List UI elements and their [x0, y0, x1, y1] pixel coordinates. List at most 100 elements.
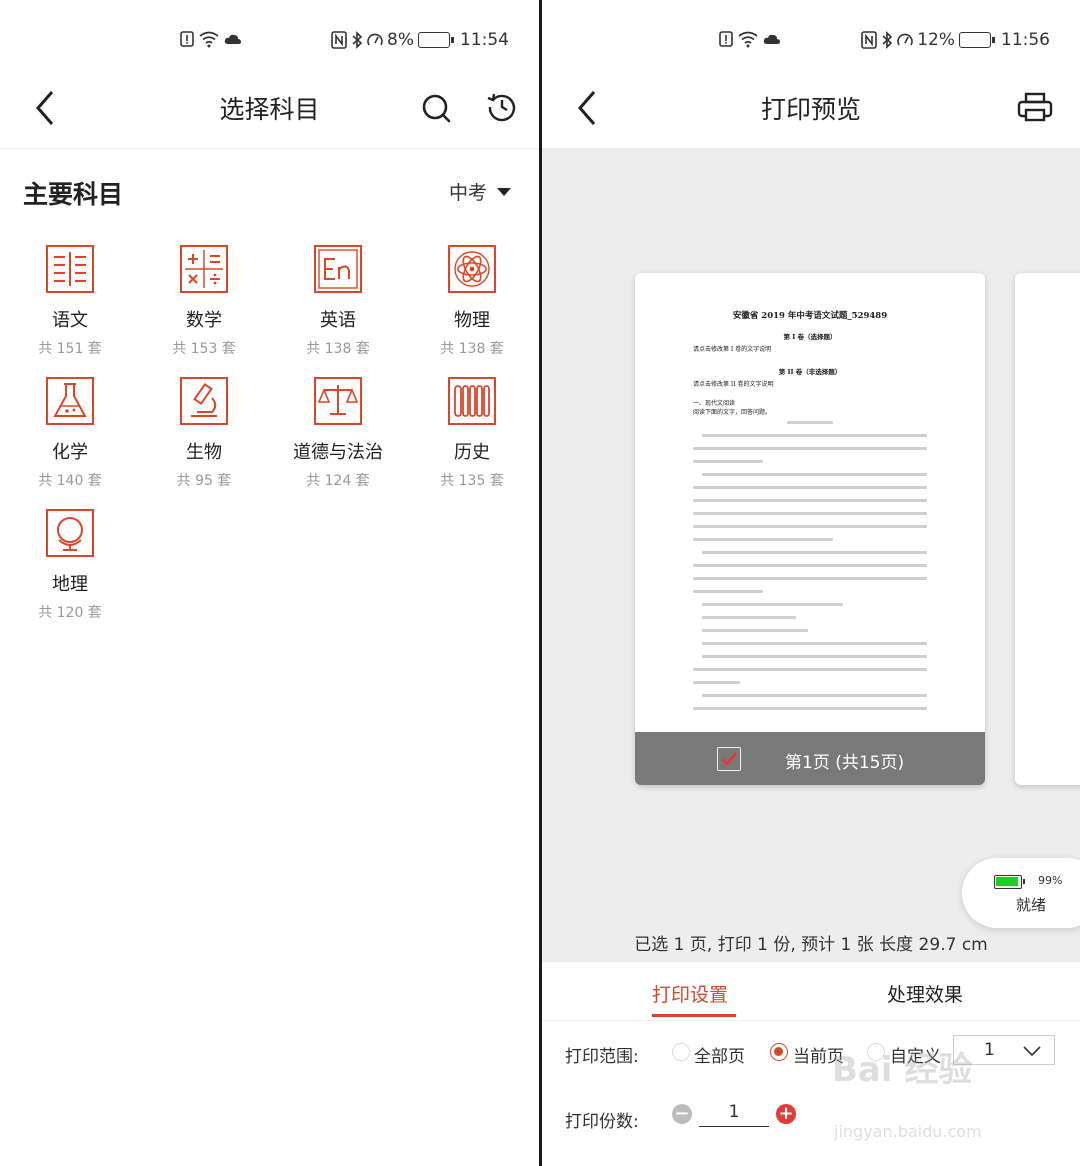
- subject-count: 共 135 套: [440, 473, 504, 489]
- search-icon[interactable]: [420, 92, 452, 126]
- preview-page[interactable]: 安徽省 2019 年中考语文试题_529489 第 I 卷（选择题） 请点击修改…: [635, 273, 985, 785]
- subject-count: 共 140 套: [38, 473, 102, 489]
- subject-count: 共 151 套: [38, 341, 102, 357]
- subject-count: 共 124 套: [306, 473, 370, 489]
- alert-sim-icon: [180, 31, 194, 47]
- range-current-radio[interactable]: [770, 1043, 788, 1061]
- doc-instruction: 阅读下面的文字，回答问题。: [693, 409, 772, 416]
- subject-name: 语文: [52, 310, 88, 331]
- wifi-icon: [738, 31, 758, 48]
- range-all-label[interactable]: 全部页: [694, 1042, 745, 1067]
- doc-title: 安徽省 2019 年中考语文试题_529489: [732, 311, 888, 321]
- wifi-icon: [199, 31, 219, 48]
- page-title: 打印预览: [760, 95, 861, 124]
- printer-status-pill[interactable]: 99% 就绪: [962, 858, 1080, 928]
- battery-icon: [959, 32, 995, 48]
- book-columns-icon: [46, 245, 94, 293]
- subject-item-chinese[interactable]: 语文 共 151 套: [3, 244, 137, 358]
- status-bar: 8% 11:54: [0, 28, 539, 58]
- subject-item-math[interactable]: 数学 共 153 套: [137, 244, 271, 358]
- page-title: 选择科目: [219, 95, 320, 124]
- subject-item-biology[interactable]: 生物 共 95 套: [137, 376, 271, 490]
- printer-icon[interactable]: [1017, 92, 1053, 124]
- doc-part2-heading: 第 II 卷（非选择题）: [778, 368, 842, 376]
- subject-select-screen: 8% 11:54 选择科目 主要科目 中考 语文 共 151 套 数学 共 15…: [0, 0, 539, 1166]
- speed-gauge-icon: [897, 33, 913, 46]
- status-right-icons: 12% 11:56: [861, 30, 1050, 50]
- status-right-icons: 8% 11:54: [331, 30, 509, 50]
- dropdown-caret-icon: [497, 187, 511, 196]
- subject-item-geography[interactable]: 地理 共 120 套: [3, 508, 137, 622]
- doc-part1-heading: 第 I 卷（选择题）: [783, 333, 837, 341]
- cloud-icon: [763, 34, 780, 44]
- tab-print-settings[interactable]: 打印设置: [652, 980, 728, 1007]
- exam-type-dropdown[interactable]: 中考: [449, 178, 511, 205]
- chevron-down-icon: [1023, 1046, 1041, 1057]
- tabs-divider: [542, 1020, 1080, 1021]
- bluetooth-icon: [352, 31, 363, 49]
- doc-part2-note: 请点击修改第 II 卷的文字说明: [693, 381, 774, 388]
- print-preview-screen: 12% 11:56 打印预览 安徽省 2019 年中考语文试题_529489 第…: [542, 0, 1080, 1166]
- decrease-copies-button[interactable]: −: [672, 1104, 692, 1124]
- scroll-icon: [448, 377, 496, 425]
- subject-item-history[interactable]: 历史 共 135 套: [405, 376, 539, 490]
- math-operators-icon: [180, 245, 228, 293]
- page-indicator: 第1页 (共15页): [785, 753, 905, 773]
- subject-name: 生物: [186, 442, 222, 463]
- history-icon[interactable]: [485, 90, 519, 124]
- checkmark-icon: [721, 752, 738, 766]
- copies-label: 打印份数:: [565, 1112, 639, 1132]
- nfc-icon: [331, 31, 347, 49]
- page-select-checkbox[interactable]: [717, 747, 741, 771]
- subject-count: 共 120 套: [38, 605, 102, 621]
- status-left-icons: [719, 30, 781, 48]
- battery-percent: 12%: [917, 30, 955, 50]
- subject-item-chemistry[interactable]: 化学 共 140 套: [3, 376, 137, 490]
- active-tab-indicator: [652, 1014, 736, 1017]
- print-summary: 已选 1 页, 打印 1 份, 预计 1 张 长度 29.7 cm: [634, 935, 988, 955]
- atom-icon: [448, 245, 496, 293]
- status-bar: 12% 11:56: [542, 28, 1080, 58]
- page-footer-bar: 第1页 (共15页): [635, 732, 985, 785]
- clock: 11:54: [460, 30, 509, 50]
- range-all-radio[interactable]: [672, 1043, 690, 1061]
- printer-status-label: 就绪: [1016, 896, 1047, 914]
- subject-count: 共 95 套: [176, 473, 232, 489]
- appbar-divider: [0, 148, 539, 149]
- subject-item-english[interactable]: 英语 共 138 套: [271, 244, 405, 358]
- subject-count: 共 138 套: [440, 341, 504, 357]
- status-left-icons: [180, 30, 242, 48]
- nfc-icon: [861, 31, 878, 49]
- doc-body-text: [693, 421, 927, 710]
- microscope-icon: [180, 377, 228, 425]
- subject-name: 道德与法治: [293, 442, 383, 463]
- subject-name: 化学: [52, 442, 88, 463]
- tab-processing-effect[interactable]: 处理效果: [887, 980, 963, 1007]
- subject-item-physics[interactable]: 物理 共 138 套: [405, 244, 539, 358]
- subject-count: 共 153 套: [172, 341, 236, 357]
- en-letters-icon: [314, 245, 362, 293]
- battery-percent: 8%: [387, 30, 414, 50]
- subject-item-morality-law[interactable]: 道德与法治 共 124 套: [271, 376, 405, 490]
- bluetooth-icon: [882, 31, 893, 49]
- subject-name: 数学: [186, 310, 222, 331]
- section-title: 主要科目: [23, 180, 124, 209]
- baidu-watermark: Bai 经验: [832, 1050, 973, 1090]
- exam-type-value: 中考: [448, 182, 487, 204]
- increase-copies-button[interactable]: +: [776, 1104, 796, 1124]
- doc-section-heading: 一、现代文阅读: [693, 400, 736, 407]
- next-preview-page[interactable]: [1015, 273, 1080, 785]
- printer-battery-percent: 99%: [1038, 874, 1063, 887]
- subject-name: 物理: [454, 310, 490, 331]
- print-range-label: 打印范围:: [565, 1047, 639, 1067]
- subject-count: 共 138 套: [306, 341, 370, 357]
- copies-input[interactable]: 1: [699, 1102, 769, 1127]
- custom-page-value: 1: [984, 1040, 995, 1060]
- battery-icon: [418, 32, 454, 48]
- globe-icon: [46, 509, 94, 557]
- app-bar: 选择科目: [0, 72, 539, 147]
- document-preview: 安徽省 2019 年中考语文试题_529489 第 I 卷（选择题） 请点击修改…: [693, 309, 927, 720]
- cloud-icon: [224, 34, 241, 44]
- flask-icon: [46, 377, 94, 425]
- subject-name: 地理: [52, 574, 88, 595]
